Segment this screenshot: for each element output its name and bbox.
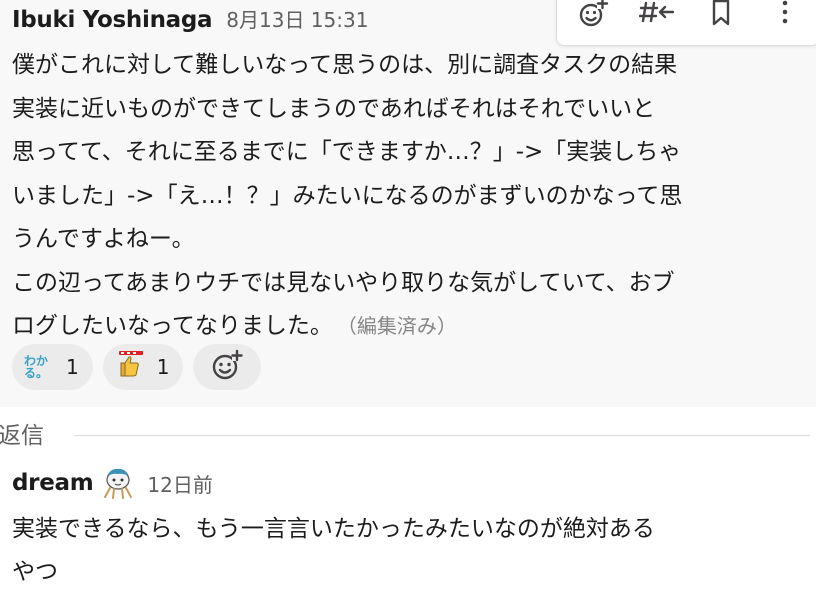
message-line: いました」->「え…！？」みたいになるのがまずいのかなって思 (12, 182, 683, 209)
reaction-wakaru[interactable]: わか る。 1 (12, 344, 93, 390)
message-line: 思ってて、それに至るまでに「できますか…？」->「実装しちゃ (12, 139, 682, 165)
message-body: 僕がこれに対して難しいなって思うのは、別に調査タスクの結果 実装に近いものができ… (12, 44, 816, 349)
message-timestamp[interactable]: 8月13日 15:31 (226, 4, 368, 33)
edited-label: （編集済み） (346, 314, 457, 338)
reaction-count: 1 (66, 355, 79, 379)
divider-line (74, 435, 810, 436)
reaction-count: 1 (156, 355, 170, 379)
message-line-text: ログしたいなってなりました。 (12, 313, 333, 339)
reply-thread-action[interactable] (635, 0, 679, 35)
message-line: この辺ってあまりウチでは見ないやり取りな気がしていて、おブ (12, 269, 675, 296)
message-header: Ibuki Yoshinaga 8月13日 15:31 (12, 4, 368, 40)
add-reaction-button[interactable] (193, 344, 262, 390)
reply-avatar-emoji-icon (101, 466, 135, 500)
reply-header: dream 12日前 (12, 466, 213, 500)
thumbs-up-good-icon (115, 349, 147, 385)
message-actions-toolbar (556, 0, 816, 46)
reply-line: 実装できるなら、もう一言言いたかったみたいなのが絶対ある (12, 516, 655, 542)
add-reaction-action[interactable] (571, 0, 615, 35)
add-reaction-icon (579, 0, 609, 27)
reactions-bar: わか る。 1 1 (12, 344, 262, 390)
add-reaction-icon (210, 348, 244, 386)
reaction-thumbs-up[interactable]: 1 (102, 344, 184, 390)
more-vertical-icon (782, 0, 788, 24)
replies-label: 返信 (0, 423, 44, 449)
message-line: 実装に近いものができてしまうのであればそれはそれでいいと (12, 95, 656, 122)
author-name[interactable]: Ibuki Yoshinaga (12, 7, 213, 33)
wakaru-emoji-text: わか る。 (24, 354, 49, 380)
message-line-last: ログしたいなってなりました。 （編集済み） (12, 305, 816, 349)
reply-line: やつ (12, 559, 58, 585)
wakaru-emoji: わか る。 (24, 351, 56, 383)
reply-thread-icon (639, 1, 675, 23)
bookmark-icon (712, 0, 730, 26)
message-line: 僕がこれに対して難しいなって思うのは、別に調査タスクの結果 (12, 52, 678, 78)
reply-author-name[interactable]: dream (12, 470, 94, 496)
message-line: うんですよねー。 (12, 226, 195, 252)
replies-divider: 返信 (0, 414, 816, 454)
reply-timestamp[interactable]: 12日前 (147, 469, 212, 498)
more-actions-button[interactable] (763, 0, 807, 35)
save-bookmark-action[interactable] (699, 0, 743, 35)
message-container: Ibuki Yoshinaga 8月13日 15:31 僕がこれに対して難しいな… (0, 0, 816, 407)
reply-body: 実装できるなら、もう一言言いたかったみたいなのが絶対ある やつ (12, 508, 812, 594)
